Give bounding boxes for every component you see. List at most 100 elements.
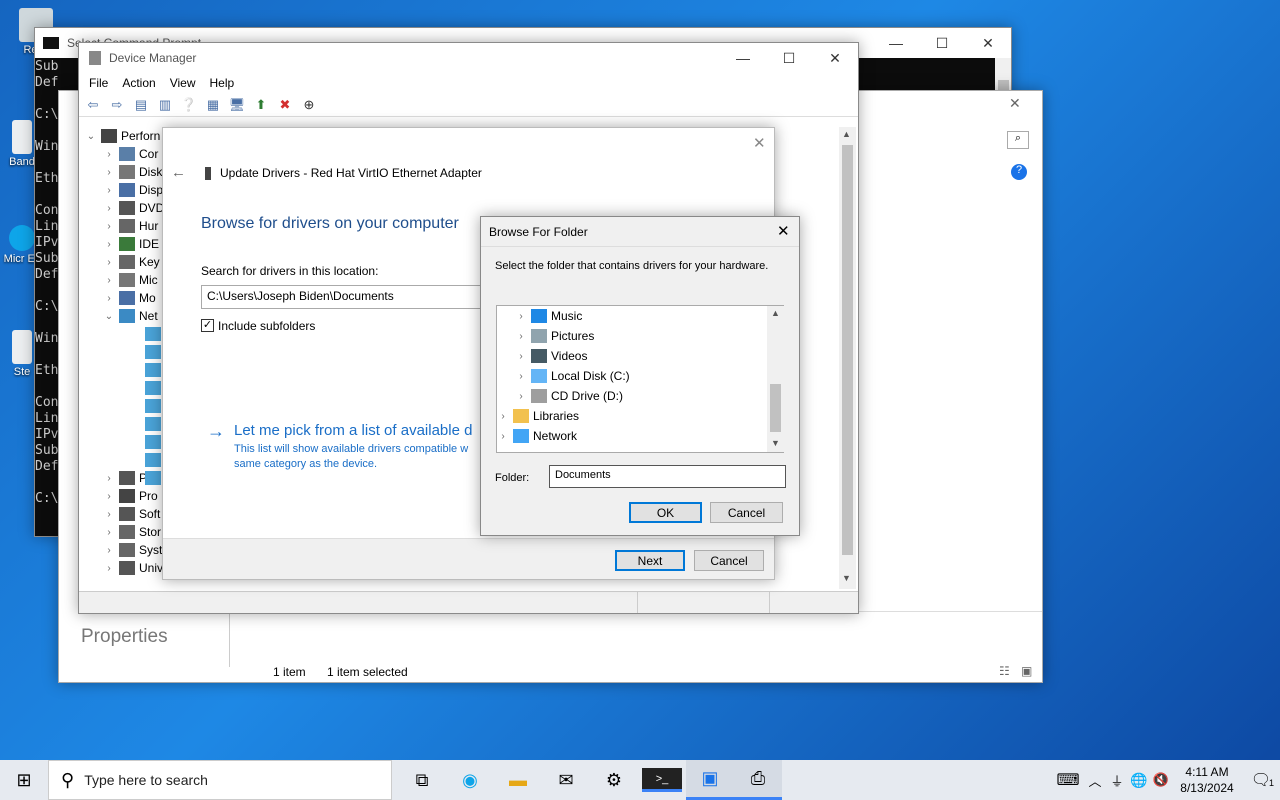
task-view-icon[interactable]: ⧉ [398,760,446,800]
minimize-button[interactable]: — [873,28,919,58]
folder-item-libraries[interactable]: › Libraries [497,407,579,425]
device-category-10[interactable]: ⌄ Net [103,307,158,325]
folder-item-cd-drive-d[interactable]: › CD Drive (D:) [515,387,623,405]
cancel-button[interactable]: Cancel [710,502,783,523]
update-driver-icon[interactable]: ⬆ [251,96,271,114]
network-icon[interactable]: 🌐 [1128,760,1150,800]
list-icon[interactable]: ▥ [155,96,175,114]
volume-muted-icon[interactable]: 🔇 [1150,760,1172,800]
device-category-13[interactable]: › Soft [103,505,160,523]
include-subfolders-checkbox[interactable]: ✓ [201,319,214,332]
chevron-right-icon[interactable]: › [497,411,509,422]
help-icon[interactable]: ❔ [179,96,199,114]
device-category-15[interactable]: › Syst [103,541,162,559]
chevron-right-icon[interactable]: › [103,527,115,538]
folder-tree[interactable]: › Music › Pictures › Videos › Local Disk (C:) › C… [496,305,784,453]
properties-icon[interactable]: ▤ [131,96,151,114]
chevron-right-icon[interactable]: › [515,371,527,382]
device-category-9[interactable]: › Mo [103,289,156,307]
ok-button[interactable]: OK [629,502,702,523]
browse-for-folder-dialog[interactable]: Browse For Folder ✕ Select the folder th… [480,216,800,536]
back-icon[interactable]: ⇦ [83,96,103,114]
device-category-12[interactable]: › Pro [103,487,158,505]
chevron-right-icon[interactable]: › [103,491,115,502]
chevron-right-icon[interactable]: › [103,293,115,304]
chevron-right-icon[interactable]: › [515,351,527,362]
folder-item-music[interactable]: › Music [515,307,582,325]
folder-tree-scrollbar[interactable]: ▲ ▼ [767,306,784,452]
device-tree-scrollbar[interactable]: ▲ ▼ [839,127,856,589]
close-button[interactable]: ✕ [812,43,858,73]
maximize-button[interactable]: ☐ [919,28,965,58]
close-icon[interactable]: ✕ [777,222,790,240]
folder-input[interactable]: Documents [549,465,786,488]
chevron-right-icon[interactable]: › [103,221,115,232]
chevron-right-icon[interactable]: › [515,331,527,342]
minimize-button[interactable]: — [720,43,766,73]
start-button[interactable]: ⊞ [0,760,48,800]
search-box[interactable]: ⚲ Type here to search [48,760,392,800]
forward-icon[interactable]: ⇨ [107,96,127,114]
show-hidden-icons-chevron[interactable]: ︿ [1084,760,1106,800]
file-explorer-icon[interactable]: ▬ [494,760,542,800]
maximize-button[interactable]: ☐ [766,43,812,73]
chevron-right-icon[interactable]: › [103,563,115,574]
chevron-right-icon[interactable]: › [103,149,115,160]
chevron-right-icon[interactable]: › [103,203,115,214]
chevron-right-icon[interactable]: › [103,545,115,556]
device-category-14[interactable]: › Stor [103,523,161,541]
view-icon[interactable]: ▦ [203,96,223,114]
device-category-3[interactable]: › Disp [103,181,163,199]
device-category-0[interactable]: ⌄ Perforn [85,127,160,145]
help-icon[interactable]: ? [1011,164,1027,180]
device-category-8[interactable]: › Mic [103,271,158,289]
device-category-4[interactable]: › DVD [103,199,164,217]
edge-icon[interactable]: ◉ [446,760,494,800]
close-icon[interactable]: ✕ [753,134,766,152]
back-arrow-icon[interactable]: ← [171,164,186,181]
search-icon[interactable]: ⌕ [1007,131,1029,149]
details-view-icon[interactable]: ☷ [999,664,1010,678]
chevron-right-icon[interactable]: › [497,431,509,442]
folder-item-pictures[interactable]: › Pictures [515,327,594,345]
device-category-7[interactable]: › Key [103,253,160,271]
chevron-down-icon[interactable]: ⌄ [103,311,115,322]
folder-item-network[interactable]: › Network [497,427,577,445]
path-input[interactable]: C:\Users\Joseph Biden\Documents [201,285,491,309]
pick-from-list-link[interactable]: Let me pick from a list of available d [234,422,472,439]
close-button[interactable]: ✕ [965,28,1011,58]
uninstall-icon[interactable]: ✖ [275,96,295,114]
menu-action[interactable]: Action [122,76,155,90]
device-category-1[interactable]: › Cor [103,145,158,163]
chevron-right-icon[interactable]: › [515,311,527,322]
mail-icon[interactable]: ✉ [542,760,590,800]
chevron-right-icon[interactable]: › [103,257,115,268]
close-icon[interactable]: ✕ [1009,95,1021,112]
device-manager-taskbar-icon[interactable]: ⎙ [734,760,782,800]
chevron-right-icon[interactable]: › [515,391,527,402]
chevron-right-icon[interactable]: › [103,185,115,196]
folder-item-videos[interactable]: › Videos [515,347,587,365]
menu-file[interactable]: File [89,76,108,90]
command-prompt-icon[interactable]: >_ [642,768,682,792]
scan-icon[interactable]: 🖥 [227,96,247,114]
clock[interactable]: 4:11 AM 8/13/2024 [1172,764,1242,796]
usb-icon[interactable]: ⏚ [1106,760,1128,800]
device-category-6[interactable]: › IDE [103,235,159,253]
notification-center-icon[interactable]: 🗨 1 [1242,760,1280,800]
chevron-right-icon[interactable]: › [103,509,115,520]
cancel-button[interactable]: Cancel [694,550,764,571]
chevron-down-icon[interactable]: ⌄ [85,131,97,142]
menu-help[interactable]: Help [210,76,235,90]
next-button[interactable]: Next [615,550,685,571]
chevron-right-icon[interactable]: › [103,275,115,286]
menu-view[interactable]: View [170,76,196,90]
chevron-right-icon[interactable]: › [103,167,115,178]
folder-item-local-disk-c[interactable]: › Local Disk (C:) [515,367,630,385]
settings-icon[interactable]: ⚙ [590,760,638,800]
device-category-2[interactable]: › Disk [103,163,162,181]
device-category-5[interactable]: › Hur [103,217,158,235]
disable-icon[interactable]: ⊕ [299,96,319,114]
chevron-right-icon[interactable]: › [103,239,115,250]
explorer-taskbar-icon[interactable]: ▣ [686,760,734,800]
